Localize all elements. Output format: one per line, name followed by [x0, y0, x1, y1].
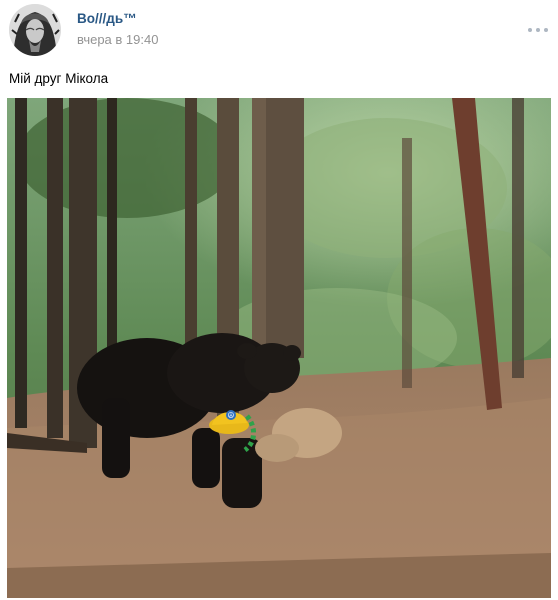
author-name-link[interactable]: Во///дь™	[77, 11, 137, 26]
bear-forest-photo: ☮	[7, 98, 551, 598]
dot-icon	[544, 28, 548, 32]
post-photo[interactable]: ☮	[7, 98, 551, 598]
post-text: Мій друг Мікола	[9, 71, 109, 86]
wall-post: Во///дь™ вчера в 19:40 Мій друг Мікола ☮	[0, 0, 558, 600]
post-header: Во///дь™ вчера в 19:40	[0, 0, 558, 62]
author-portrait-icon	[9, 4, 61, 56]
svg-text:☮: ☮	[227, 411, 234, 420]
author-avatar[interactable]	[9, 4, 61, 56]
dot-icon	[528, 28, 532, 32]
dot-icon	[536, 28, 540, 32]
post-time-link[interactable]: вчера в 19:40	[77, 32, 158, 47]
more-options-button[interactable]	[528, 24, 548, 36]
